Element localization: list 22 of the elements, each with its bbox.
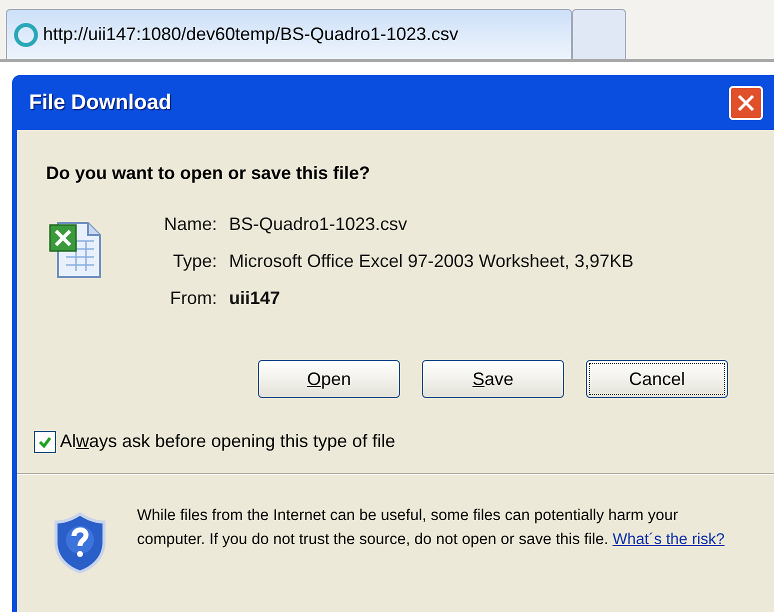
checkbox[interactable] [34, 430, 56, 452]
tab-title: http://uii147:1080/dev60temp/BS-Quadro1-1023.csv [43, 23, 458, 46]
risk-link[interactable]: What´s the risk? [612, 531, 725, 548]
checkmark-icon [38, 434, 52, 448]
dialog-button[interactable]: Open [258, 360, 400, 398]
always-ask-checkbox[interactable]: Always ask before opening this type of file [34, 428, 396, 455]
field-label: Type: [172, 250, 218, 273]
field-value: BS-Quadro1-1023.csv [229, 213, 408, 236]
field-label: From: [169, 287, 218, 310]
field-value: Microsoft Office Excel 97-2003 Worksheet, 3,97KB [229, 250, 634, 273]
dialog-button[interactable]: Save [422, 360, 564, 398]
field-label: Name: [164, 213, 218, 236]
close-icon [737, 94, 755, 112]
dialog-button[interactable]: Cancel [586, 360, 728, 398]
field-value: uii147 [229, 287, 282, 310]
browser-tab[interactable]: http://uii147:1080/dev60temp/BS-Quadro1-1023.csv [6, 9, 572, 59]
loading-icon [13, 22, 39, 48]
warning-text: While files from the Internet can be useful, some files can potentially harm your computer. If you do not trust the source, do not open or save this file. What´s the risk? [137, 506, 726, 550]
question-text: Do you want to open or save this file? [46, 162, 372, 185]
shield-question-icon [53, 512, 107, 574]
close-button[interactable] [729, 86, 763, 120]
window-title: File Download [29, 90, 172, 116]
